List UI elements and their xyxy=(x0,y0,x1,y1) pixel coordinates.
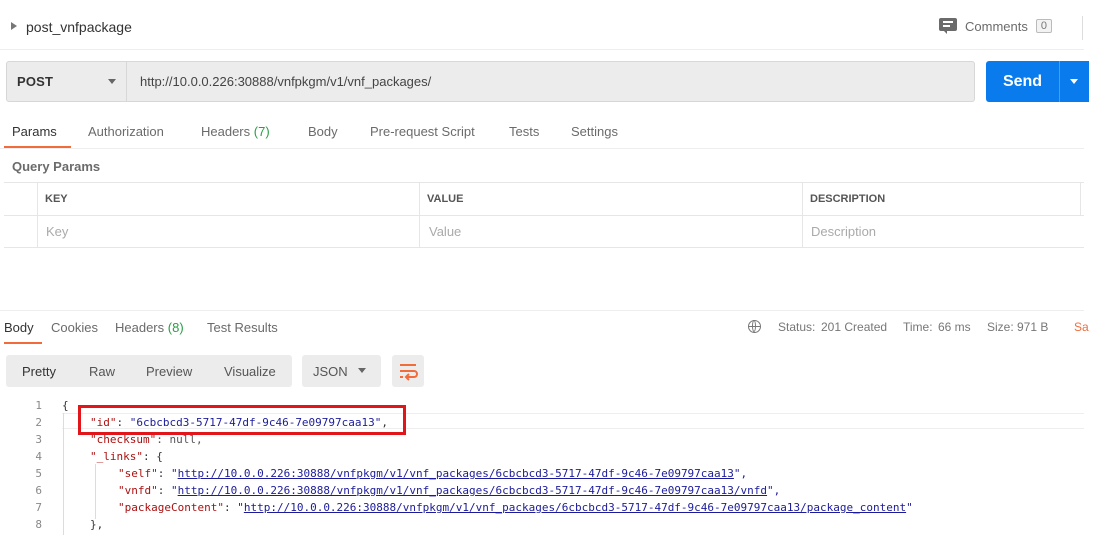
wrap-lines-button[interactable] xyxy=(392,355,424,387)
response-tab-cookies[interactable]: Cookies xyxy=(51,320,98,335)
tabs-divider xyxy=(0,148,1084,149)
table-border xyxy=(419,182,420,248)
send-button[interactable]: Send xyxy=(986,61,1059,102)
code-line-1: { xyxy=(62,399,69,412)
tab-prerequest-script[interactable]: Pre-request Script xyxy=(370,124,475,139)
response-pane-divider xyxy=(0,310,1084,311)
self-link[interactable]: http://10.0.0.226:30888/vnfpkgm/v1/vnf_p… xyxy=(178,467,734,480)
time-value[interactable]: 66 ms xyxy=(938,320,971,334)
vnfd-link[interactable]: http://10.0.0.226:30888/vnfpkgm/v1/vnf_p… xyxy=(178,484,767,497)
line-number: 5 xyxy=(35,467,42,480)
package-content-link[interactable]: http://10.0.0.226:30888/vnfpkgm/v1/vnf_p… xyxy=(244,501,906,514)
title-divider xyxy=(0,49,1084,50)
line-number: 4 xyxy=(35,450,42,463)
line-number: 1 xyxy=(35,399,42,412)
param-description-input[interactable]: Description xyxy=(811,224,876,239)
size-label: Size: xyxy=(987,320,1014,334)
comments-icon xyxy=(939,18,958,34)
column-header-value: VALUE xyxy=(427,193,464,205)
tab-settings[interactable]: Settings xyxy=(571,124,618,139)
json-punct: : xyxy=(157,467,171,480)
chevron-down-icon xyxy=(1070,79,1078,84)
response-tab-headers[interactable]: Headers (8) xyxy=(115,320,184,335)
view-pretty[interactable]: Pretty xyxy=(22,364,56,379)
save-response-button[interactable]: Sa xyxy=(1074,320,1089,334)
json-punct: : xyxy=(157,484,171,497)
size-value[interactable]: 971 B xyxy=(1017,320,1048,334)
tab-body[interactable]: Body xyxy=(308,124,338,139)
code-line-6: "vnfd": "http://10.0.0.226:30888/vnfpkgm… xyxy=(118,484,780,497)
code-line-8: }, xyxy=(90,518,104,531)
json-punct: " xyxy=(171,484,178,497)
table-border xyxy=(1080,182,1081,215)
method-value: POST xyxy=(17,74,54,89)
comments-label: Comments xyxy=(965,18,1028,34)
json-punct: " xyxy=(171,467,178,480)
indent-guide xyxy=(95,464,96,519)
column-header-description: DESCRIPTION xyxy=(810,193,886,205)
table-border xyxy=(4,247,1084,248)
param-value-input[interactable]: Value xyxy=(429,224,461,239)
status-label: Status: xyxy=(778,320,816,334)
table-border xyxy=(802,182,803,248)
table-border xyxy=(37,182,38,248)
view-raw[interactable]: Raw xyxy=(89,364,115,379)
chevron-down-icon xyxy=(108,79,116,84)
json-punct: " xyxy=(237,501,244,514)
chevron-down-icon xyxy=(358,368,366,373)
line-number: 3 xyxy=(35,433,42,446)
response-tab-test-results[interactable]: Test Results xyxy=(207,320,278,335)
comments-count-badge: 0 xyxy=(1035,19,1052,33)
json-key: "_links" xyxy=(90,450,143,463)
url-value: http://10.0.0.226:30888/vnfpkgm/v1/vnf_p… xyxy=(140,74,432,89)
json-key: "packageContent" xyxy=(118,501,224,514)
tab-authorization[interactable]: Authorization xyxy=(88,124,164,139)
table-border xyxy=(4,182,1084,183)
comments-button[interactable]: Comments 0 xyxy=(939,18,1052,34)
code-line-5: "self": "http://10.0.0.226:30888/vnfpkgm… xyxy=(118,467,747,480)
view-preview[interactable]: Preview xyxy=(146,364,192,379)
query-params-label: Query Params xyxy=(12,159,101,174)
indent-guide xyxy=(63,413,64,535)
code-line-7: "packageContent": "http://10.0.0.226:308… xyxy=(118,501,913,514)
json-key: "self" xyxy=(118,467,158,480)
time-label: Time: xyxy=(903,320,933,334)
active-tab-indicator xyxy=(4,342,42,344)
tab-headers-count: (7) xyxy=(253,124,270,139)
tab-params[interactable]: Params xyxy=(12,124,57,139)
view-visualize[interactable]: Visualize xyxy=(224,364,276,379)
json-key: "vnfd" xyxy=(118,484,158,497)
divider xyxy=(1082,16,1083,40)
json-punct: " xyxy=(906,501,913,514)
line-number: 8 xyxy=(35,518,42,531)
json-punct: : { xyxy=(142,450,163,463)
json-punct: ", xyxy=(767,484,781,497)
format-value: JSON xyxy=(313,364,348,379)
column-header-key: KEY xyxy=(45,193,68,205)
line-number: 6 xyxy=(35,484,42,497)
status-value[interactable]: 201 Created xyxy=(821,320,887,334)
line-number: 2 xyxy=(35,416,42,429)
json-punct: : xyxy=(223,501,238,514)
response-tab-headers-count: (8) xyxy=(167,320,184,335)
tab-headers-label: Headers xyxy=(201,124,251,139)
response-tab-body[interactable]: Body xyxy=(4,320,34,335)
request-name[interactable]: post_vnfpackage xyxy=(26,19,132,35)
param-key-input[interactable]: Key xyxy=(46,224,68,239)
wrap-lines-icon xyxy=(400,364,418,381)
code-line-4: "_links": { xyxy=(90,450,163,463)
response-tab-headers-label: Headers xyxy=(115,320,165,335)
annotation-highlight-box xyxy=(78,405,406,435)
line-number: 7 xyxy=(35,501,42,514)
json-punct: ", xyxy=(733,467,748,480)
table-border xyxy=(4,215,1084,216)
globe-icon[interactable] xyxy=(748,320,761,333)
collapse-caret-icon[interactable] xyxy=(11,22,17,30)
tab-headers[interactable]: Headers (7) xyxy=(201,124,270,139)
tab-tests[interactable]: Tests xyxy=(509,124,539,139)
